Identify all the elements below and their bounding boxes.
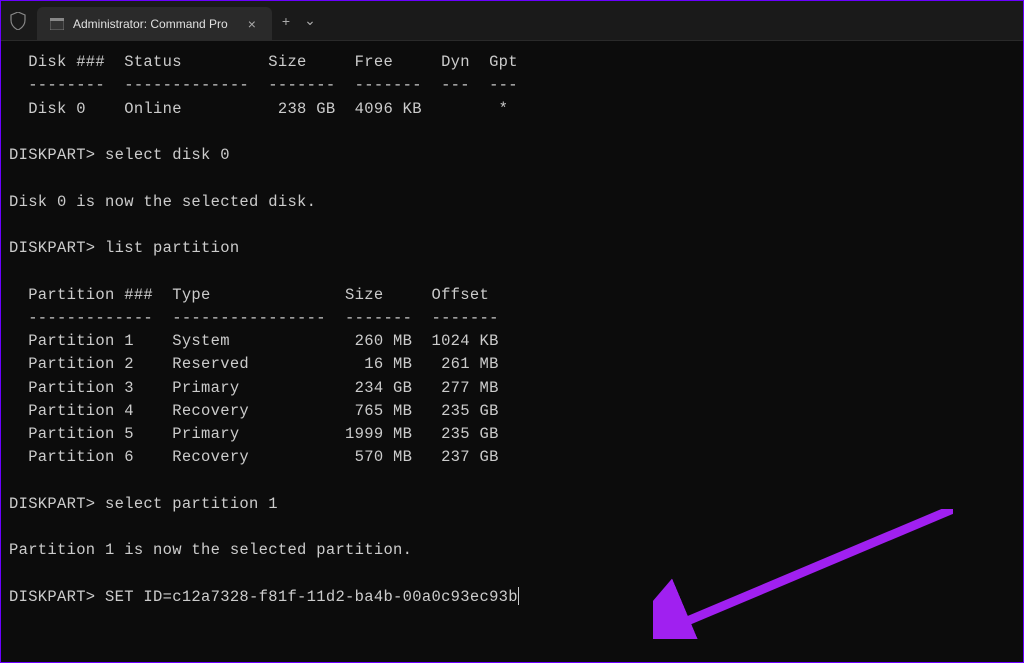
tab-title: Administrator: Command Pro <box>73 17 228 31</box>
prompt: DISKPART> <box>9 146 105 164</box>
prompt: DISKPART> <box>9 239 105 257</box>
command-text: select partition 1 <box>105 495 278 513</box>
disk-table-row: Disk 0 Online 238 GB 4096 KB * <box>9 100 508 118</box>
window-titlebar: Administrator: Command Pro × + ⌄ <box>1 1 1023 41</box>
disk-table-header: Disk ### Status Size Free Dyn Gpt <box>9 53 518 71</box>
partition-table-divider: ------------- ---------------- ------- -… <box>9 309 499 327</box>
partition-table-header: Partition ### Type Size Offset <box>9 286 489 304</box>
partition-row: Partition 2 Reserved 16 MB 261 MB <box>9 355 499 373</box>
partition-row: Partition 4 Recovery 765 MB 235 GB <box>9 402 499 420</box>
disk-table-divider: -------- ------------- ------- ------- -… <box>9 76 518 94</box>
response-text: Disk 0 is now the selected disk. <box>9 193 316 211</box>
partition-row: Partition 6 Recovery 570 MB 237 GB <box>9 448 499 466</box>
shield-icon <box>9 10 27 32</box>
tab-close-button[interactable]: × <box>244 14 260 34</box>
command-text: SET ID=c12a7328-f81f-11d2-ba4b-00a0c93ec… <box>105 588 518 606</box>
tab-dropdown-button[interactable]: ⌄ <box>304 12 316 29</box>
tab[interactable]: Administrator: Command Pro × <box>37 7 272 41</box>
new-tab-button[interactable]: + <box>282 13 290 29</box>
partition-row: Partition 3 Primary 234 GB 277 MB <box>9 379 499 397</box>
command-text: select disk 0 <box>105 146 230 164</box>
titlebar-controls: + ⌄ <box>282 12 316 29</box>
partition-row: Partition 5 Primary 1999 MB 235 GB <box>9 425 499 443</box>
command-text: list partition <box>105 239 239 257</box>
prompt: DISKPART> <box>9 588 105 606</box>
terminal-output[interactable]: Disk ### Status Size Free Dyn Gpt ------… <box>1 41 1023 662</box>
response-text: Partition 1 is now the selected partitio… <box>9 541 412 559</box>
partition-row: Partition 1 System 260 MB 1024 KB <box>9 332 499 350</box>
prompt: DISKPART> <box>9 495 105 513</box>
terminal-icon <box>49 16 65 32</box>
text-cursor <box>518 587 519 605</box>
